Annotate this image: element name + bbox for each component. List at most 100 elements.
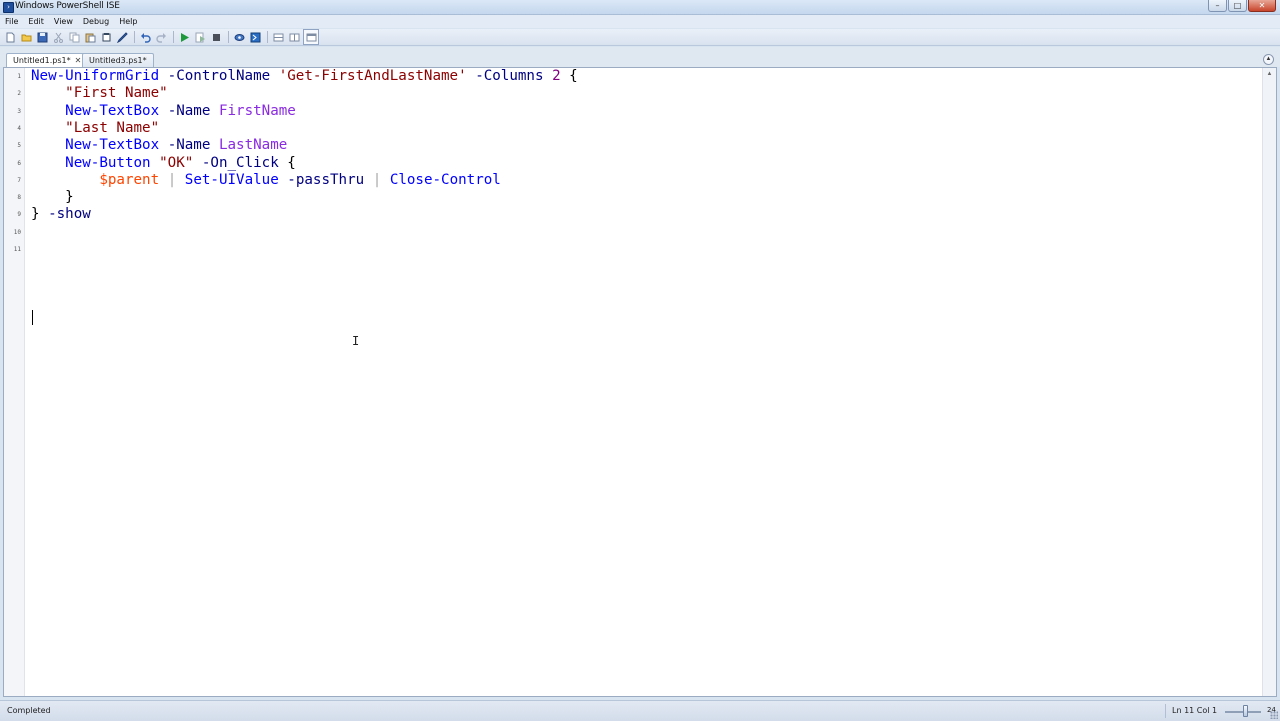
- collapse-script-pane-button[interactable]: ▲: [1263, 54, 1274, 65]
- code-line: $parent | Set-UIValue -passThru | Close-…: [31, 172, 501, 189]
- play-icon: [180, 32, 189, 42]
- menu-bar: File Edit View Debug Help: [0, 15, 1280, 28]
- line-number: 9: [17, 211, 21, 219]
- menu-file[interactable]: File: [0, 15, 23, 28]
- tab-label: Untitled1.ps1*: [13, 56, 71, 65]
- new-script-button[interactable]: [3, 30, 17, 44]
- code-token: }: [31, 206, 40, 223]
- code-line: "Last Name": [31, 120, 159, 137]
- copy-icon: [69, 32, 79, 42]
- code-token: New-TextBox: [65, 137, 160, 154]
- code-token: 'Get-FirstAndLastName': [278, 68, 467, 84]
- scroll-up-icon[interactable]: ▲: [1263, 68, 1276, 80]
- maximize-button[interactable]: □: [1228, 0, 1247, 12]
- menu-debug[interactable]: Debug: [78, 15, 114, 28]
- line-number: 4: [17, 124, 21, 132]
- show-script-maximized-button[interactable]: [303, 29, 319, 45]
- code-token: -Name: [167, 137, 211, 154]
- close-button[interactable]: ✕: [1248, 0, 1276, 12]
- close-tab-icon[interactable]: ✕: [75, 56, 82, 65]
- minimize-button[interactable]: –: [1208, 0, 1227, 12]
- code-line: }: [31, 189, 74, 206]
- run-selection-button[interactable]: [193, 30, 207, 44]
- open-button[interactable]: [19, 30, 33, 44]
- code-token: LastName: [218, 137, 288, 154]
- clear-icon: [102, 32, 110, 41]
- code-token: }: [65, 189, 74, 206]
- tab-untitled1[interactable]: Untitled1.ps1* ✕: [6, 53, 89, 68]
- script-editor[interactable]: 1 2 3 4 5 6 7 8 9 10 11 New-UniformGrid -ControlNa…: [3, 67, 1277, 697]
- line-number: 6: [17, 159, 21, 167]
- undo-button[interactable]: [138, 30, 152, 44]
- toolbar-separator: [134, 31, 135, 43]
- powershell-console-icon: [250, 32, 260, 42]
- menu-help[interactable]: Help: [114, 15, 142, 28]
- tab-label: Untitled3.ps1*: [89, 56, 147, 65]
- code-token: $parent: [99, 171, 160, 188]
- code-area[interactable]: New-UniformGrid -ControlName 'Get-FirstA…: [31, 68, 1262, 696]
- snippet-button[interactable]: [115, 30, 129, 44]
- code-token: |: [167, 171, 177, 188]
- cut-button[interactable]: [51, 30, 65, 44]
- line-number: 7: [17, 176, 21, 184]
- line-number: 10: [13, 228, 21, 236]
- start-powershell-button[interactable]: [248, 30, 262, 44]
- code-token: {: [287, 154, 296, 171]
- show-script-right-button[interactable]: [287, 30, 301, 44]
- code-token: |: [372, 171, 382, 188]
- status-divider: [1165, 704, 1166, 718]
- vertical-scrollbar[interactable]: ▲: [1262, 68, 1276, 696]
- new-remote-tab-button[interactable]: [232, 30, 246, 44]
- line-number: 5: [17, 142, 21, 150]
- line-number: 11: [13, 246, 21, 253]
- save-button[interactable]: [35, 30, 49, 44]
- tab-untitled3[interactable]: Untitled3.ps1*: [82, 53, 154, 67]
- code-token: -Name: [167, 102, 211, 119]
- toolbar-separator: [267, 31, 268, 43]
- menu-edit[interactable]: Edit: [23, 15, 49, 28]
- code-token: -ControlName: [167, 68, 271, 84]
- run-script-button[interactable]: [177, 30, 191, 44]
- code-token: "OK": [159, 154, 194, 171]
- show-script-top-button[interactable]: [271, 30, 285, 44]
- copy-button[interactable]: [67, 30, 81, 44]
- status-text: Completed: [7, 706, 51, 715]
- code-line: New-TextBox -Name FirstName: [31, 103, 296, 120]
- open-folder-icon: [21, 34, 31, 41]
- code-line: "First Name": [31, 85, 168, 102]
- run-selection-icon: [195, 32, 205, 42]
- redo-icon: [155, 32, 166, 43]
- code-token: New-UniformGrid: [31, 68, 160, 84]
- zoom-slider-thumb[interactable]: [1242, 705, 1248, 717]
- code-token: Set-UIValue: [184, 171, 279, 188]
- text-caret: [32, 310, 33, 325]
- code-token: -On_Click: [201, 154, 279, 171]
- layout-right-icon: [289, 33, 299, 41]
- code-token: -Columns: [475, 68, 544, 84]
- redo-button[interactable]: [154, 30, 168, 44]
- stop-button[interactable]: [209, 30, 223, 44]
- line-number: 2: [17, 90, 21, 98]
- paste-button[interactable]: [83, 30, 97, 44]
- resize-grip-icon[interactable]: [1270, 711, 1278, 719]
- menu-view[interactable]: View: [49, 15, 78, 28]
- line-number-gutter: 1 2 3 4 5 6 7 8 9 10 11: [4, 68, 25, 696]
- clear-button[interactable]: [99, 30, 113, 44]
- code-token: 2: [552, 68, 561, 84]
- save-icon: [37, 32, 47, 42]
- toolbar: [0, 29, 1280, 46]
